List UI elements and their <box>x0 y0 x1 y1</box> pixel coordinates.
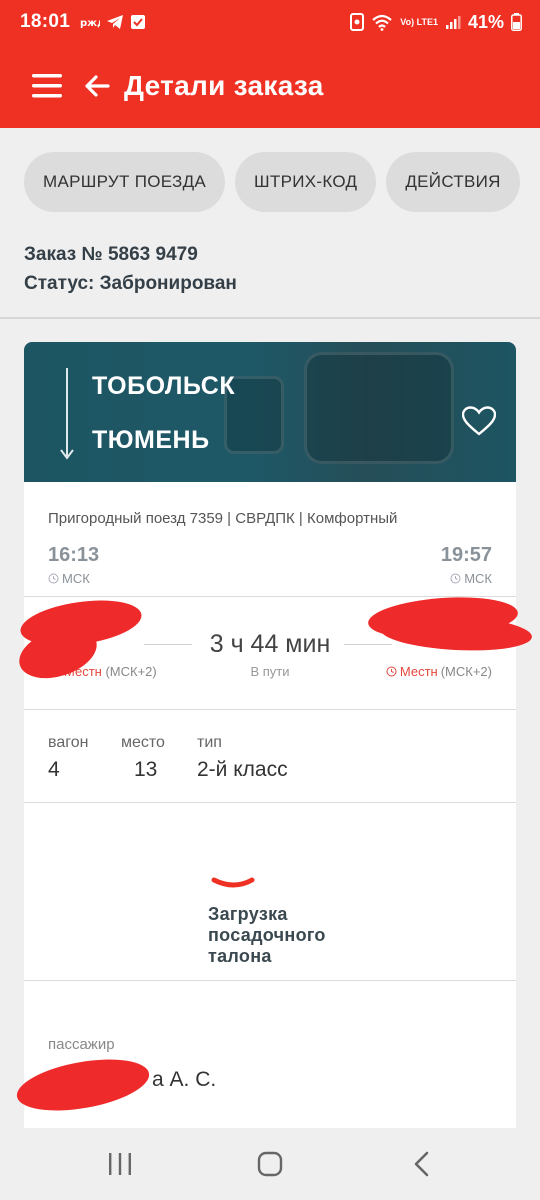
route-direction-arrow <box>60 368 74 460</box>
clock-icon <box>48 573 59 584</box>
train-route-button[interactable]: МАРШРУТ ПОЕЗДА <box>24 152 226 212</box>
network-label: Vo) LTE1 <box>400 16 438 27</box>
divider <box>24 709 516 710</box>
clock-icon <box>450 573 461 584</box>
page-title: Детали заказа <box>124 70 324 101</box>
order-info: Заказ № 5863 9479 Статус: Забронирован <box>24 240 237 298</box>
wifi-icon <box>372 14 393 31</box>
system-nav-bar <box>0 1128 540 1200</box>
car-number: 4 <box>48 758 60 781</box>
rzd-icon: ржд <box>80 18 100 29</box>
seat-number: 13 <box>134 758 158 781</box>
train-window-photo <box>304 352 454 464</box>
passenger-name: а А. С. <box>152 1068 217 1091</box>
telegram-icon <box>107 15 124 29</box>
from-city: ТОБОЛЬСК <box>92 372 236 400</box>
arrival-time-msk: 19:57 <box>440 544 492 566</box>
app-bar: Детали заказа <box>0 44 540 128</box>
status-time: 18:01 <box>20 11 71 32</box>
status-right-icons: Vo) LTE1 41% <box>350 12 522 33</box>
divider <box>24 802 516 803</box>
recent-apps-icon[interactable] <box>107 1152 133 1176</box>
status-bar: 18:01 ржд Vo) LTE1 41% <box>0 0 540 44</box>
loading-line: талона <box>208 946 272 966</box>
divider <box>0 317 540 319</box>
to-city: ТЮМЕНЬ <box>92 426 210 454</box>
loading-line: Загрузка <box>208 904 288 924</box>
sim-icon <box>350 13 365 31</box>
local-offset: (МСК+2) <box>440 664 492 679</box>
departure-timezone: МСК <box>48 571 90 586</box>
timezone-label: МСК <box>464 571 492 586</box>
barcode-button[interactable]: ШТРИХ-КОД <box>235 152 377 212</box>
action-chips: МАРШРУТ ПОЕЗДА ШТРИХ-КОД ДЕЙСТВИЯ <box>24 152 520 212</box>
arrival-timezone: МСК <box>450 571 492 586</box>
home-icon[interactable] <box>257 1151 283 1177</box>
route-header: ТОБОЛЬСК ТЮМЕНЬ <box>24 342 516 482</box>
train-description: Пригородный поезд 7359 | СВРДПК | Комфор… <box>48 510 398 527</box>
battery-percent: 41% <box>467 11 504 32</box>
status-left-icons: ржд <box>80 14 146 30</box>
divider <box>24 596 516 597</box>
divider <box>24 980 516 981</box>
signal-icon <box>445 16 461 29</box>
back-icon[interactable] <box>412 1151 432 1177</box>
svg-text:ржд: ржд <box>80 18 100 29</box>
departure-time-msk: 16:13 <box>48 544 100 566</box>
boarding-pass-loading: Загрузка посадочного талона <box>208 904 326 967</box>
menu-icon[interactable] <box>32 73 64 99</box>
battery-icon <box>511 13 522 31</box>
loading-spinner-icon <box>211 877 255 888</box>
loading-line: посадочного <box>208 925 326 945</box>
seat-class: 2-й класс <box>197 758 288 781</box>
back-arrow-icon[interactable] <box>84 74 110 98</box>
ticket-card: ТОБОЛЬСК ТЮМЕНЬ Пригородный поезд 7359 |… <box>24 342 516 1132</box>
clock-icon <box>386 666 397 677</box>
order-status: Статус: Забронирован <box>24 273 237 294</box>
favorite-heart-icon[interactable] <box>462 406 496 436</box>
car-label: вагон <box>48 734 89 751</box>
seat-label: место <box>121 734 165 751</box>
actions-button[interactable]: ДЕЙСТВИЯ <box>386 152 520 212</box>
passenger-label: пассажир <box>48 1036 115 1053</box>
local-offset: (МСК+2) <box>105 664 157 679</box>
local-label: Местн <box>399 664 438 679</box>
type-label: тип <box>197 734 222 751</box>
order-number: Заказ № 5863 9479 <box>24 244 198 265</box>
check-box-icon <box>131 15 146 29</box>
timezone-label: МСК <box>62 571 90 586</box>
arrival-local-time: Местн (МСК+2) <box>386 664 492 679</box>
